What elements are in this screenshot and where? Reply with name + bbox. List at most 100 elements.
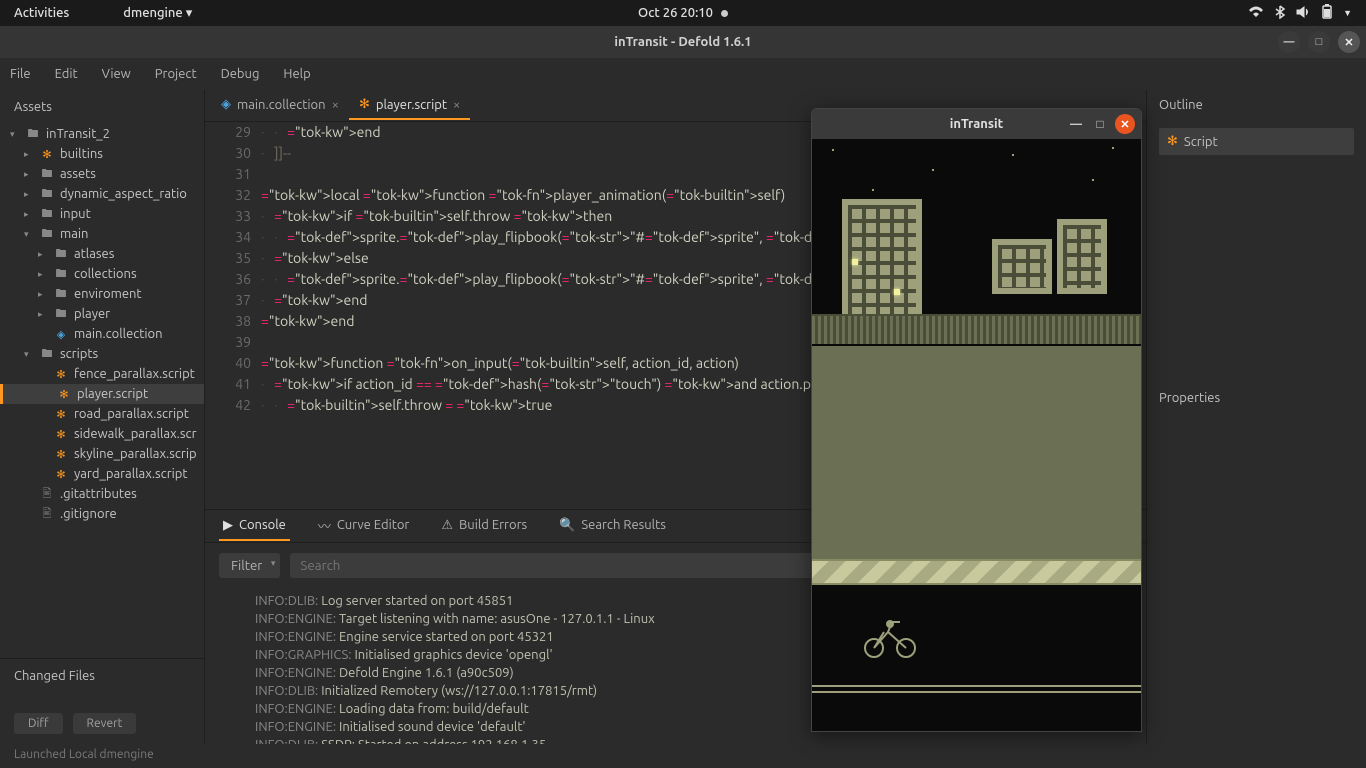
tree-label: assets	[60, 167, 96, 181]
tree-label: atlases	[74, 247, 114, 261]
maximize-button[interactable]: □	[1308, 31, 1330, 53]
tree-item[interactable]: ▸ 🖿 atlases	[0, 244, 204, 264]
tree-item[interactable]: ▾🖿scripts	[0, 344, 204, 364]
tree-label: skyline_parallax.scrip	[74, 447, 197, 461]
tree-item[interactable]: ◈main.collection	[0, 324, 204, 344]
tree-item[interactable]: ▸🖿dynamic_aspect_ratio	[0, 184, 204, 204]
notification-dot-icon	[721, 10, 728, 17]
cube-icon: ◈	[54, 327, 68, 341]
folder-icon: 🖿	[54, 247, 68, 261]
menu-file[interactable]: File	[10, 67, 31, 81]
menu-edit[interactable]: Edit	[55, 67, 78, 81]
tree-item[interactable]: ✻ fence_parallax.script	[0, 364, 204, 384]
menu-debug[interactable]: Debug	[221, 67, 260, 81]
editor-tab[interactable]: ✻player.script×	[349, 91, 470, 120]
tab-close-icon[interactable]: ×	[332, 98, 339, 112]
tree-item[interactable]: 🖹.gitattributes	[0, 484, 204, 504]
tab-label: Curve Editor	[337, 518, 410, 532]
window-title: inTransit - Defold 1.6.1	[614, 35, 751, 49]
clock[interactable]: Oct 26 20:10	[638, 6, 713, 20]
minimize-button[interactable]: —	[1278, 31, 1300, 53]
tree-label: fence_parallax.script	[74, 367, 195, 381]
tab-icon: ⚠	[441, 518, 453, 533]
tab-close-icon[interactable]: ×	[453, 98, 460, 112]
tree-item[interactable]: ✻road_parallax.script	[0, 404, 204, 424]
bottom-tab-build-errors[interactable]: ⚠ Build Errors	[437, 512, 531, 541]
tab-icon: 🔍	[559, 518, 575, 533]
menu-project[interactable]: Project	[155, 67, 197, 81]
editor-tab[interactable]: ◈main.collection×	[211, 91, 349, 120]
folder-icon: 🖿	[40, 187, 54, 201]
console-filter-button[interactable]: Filter	[219, 553, 280, 578]
tree-item[interactable]: ▸🖿player	[0, 304, 204, 324]
status-bar: Launched Local dmengine	[0, 744, 1366, 768]
game-window[interactable]: inTransit — □ ✕	[811, 108, 1142, 732]
tree-label: road_parallax.script	[74, 407, 189, 421]
tree-item[interactable]: ▾🖿main	[0, 224, 204, 244]
menu-help[interactable]: Help	[283, 67, 310, 81]
folder-icon: 🖿	[40, 207, 54, 221]
caret-icon: ▸	[24, 149, 34, 160]
tree-item[interactable]: ✻ player.script	[0, 384, 204, 404]
folder-icon: 🖿	[54, 287, 68, 301]
tree-item[interactable]: ▸ 🖿 assets	[0, 164, 204, 184]
game-close-button[interactable]: ✕	[1115, 114, 1135, 134]
activities-button[interactable]: Activities	[14, 6, 69, 21]
gear-icon: ✻	[54, 367, 68, 381]
gear-icon: ✻	[54, 467, 68, 481]
tree-label: scripts	[60, 347, 98, 361]
outline-item-script[interactable]: ✻ Script	[1159, 128, 1354, 155]
game-maximize-button[interactable]: □	[1091, 117, 1109, 131]
caret-icon: ▸	[24, 169, 34, 180]
game-minimize-button[interactable]: —	[1067, 118, 1085, 131]
caret-icon: ▸	[24, 189, 34, 200]
battery-icon[interactable]	[1321, 4, 1333, 23]
bottom-tab-console[interactable]: ▶ Console	[219, 512, 290, 541]
folder-icon: 🖿	[40, 347, 54, 361]
tree-item[interactable]: ✻ skyline_parallax.scrip	[0, 444, 204, 464]
assets-tree[interactable]: ▾🖿inTransit_2▸✻builtins▸🖿assets▸🖿dynamic…	[0, 124, 204, 658]
bottom-tab-curve-editor[interactable]: 〰Curve Editor	[314, 510, 414, 543]
tree-label: collections	[74, 267, 137, 281]
tab-icon: ▶	[223, 518, 233, 533]
gear-icon: ✻	[54, 447, 68, 461]
revert-button[interactable]: Revert	[73, 713, 137, 734]
caret-icon: ▸	[38, 289, 48, 300]
tree-label: inTransit_2	[46, 127, 110, 141]
tab-label: Build Errors	[459, 518, 527, 532]
system-menu-caret-icon[interactable]: ▼	[1343, 8, 1352, 18]
app-menu[interactable]: dmengine ▾	[123, 6, 192, 21]
tree-item[interactable]: 🖹.gitignore	[0, 504, 204, 524]
tree-item[interactable]: ▸✻builtins	[0, 144, 204, 164]
gear-icon: ✻	[1167, 134, 1178, 149]
game-titlebar: inTransit — □ ✕	[812, 109, 1141, 139]
file-icon: 🖹	[40, 487, 54, 501]
tree-item[interactable]: ✻yard_parallax.script	[0, 464, 204, 484]
caret-icon: ▾	[10, 129, 20, 140]
left-panel: Assets ▾🖿inTransit_2▸✻builtins▸🖿assets▸🖿…	[0, 90, 205, 768]
volume-icon[interactable]	[1296, 5, 1311, 22]
caret-icon: ▸	[38, 249, 48, 260]
tree-item[interactable]: ▾🖿inTransit_2	[0, 124, 204, 144]
gear-icon: ✻	[54, 427, 68, 441]
folder-icon: 🖿	[40, 167, 54, 181]
bluetooth-icon[interactable]	[1274, 5, 1286, 22]
tree-item[interactable]: ▸🖿collections	[0, 264, 204, 284]
caret-icon: ▸	[24, 209, 34, 220]
menu-view[interactable]: View	[102, 67, 131, 81]
bottom-tab-search-results[interactable]: 🔍Search Results	[555, 512, 670, 541]
close-button[interactable]: ✕	[1338, 31, 1360, 53]
menubar: File Edit View Project Debug Help	[0, 58, 1366, 90]
gear-icon: ✻	[57, 387, 71, 401]
tree-item[interactable]: ✻sidewalk_parallax.scr	[0, 424, 204, 444]
folder-icon: 🖿	[40, 227, 54, 241]
tab-label: player.script	[376, 98, 447, 112]
tab-label: Console	[239, 518, 286, 532]
tree-item[interactable]: ▸🖿enviroment	[0, 284, 204, 304]
tree-item[interactable]: ▸🖿input	[0, 204, 204, 224]
tree-label: player.script	[77, 387, 148, 401]
caret-icon: ▸	[38, 309, 48, 320]
wifi-icon[interactable]	[1248, 5, 1264, 22]
tree-label: .gitignore	[60, 507, 117, 521]
diff-button[interactable]: Diff	[14, 713, 63, 734]
